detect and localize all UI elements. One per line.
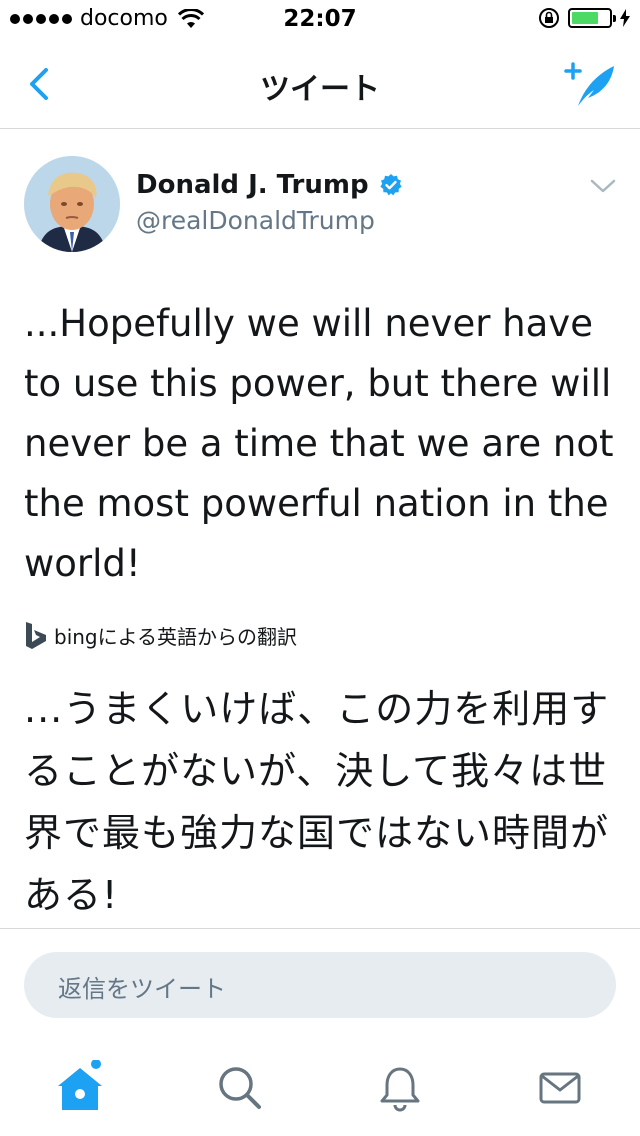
tab-messages[interactable] xyxy=(530,1060,590,1116)
rotation-lock-icon xyxy=(539,8,559,28)
compose-tweet-icon[interactable] xyxy=(564,60,618,110)
status-bar: docomo 22:07 xyxy=(0,0,640,40)
reply-input[interactable]: 返信をツイート xyxy=(24,952,616,1018)
verified-badge-icon xyxy=(379,174,402,196)
avatar[interactable] xyxy=(24,156,120,252)
chevron-down-icon[interactable] xyxy=(590,176,616,196)
page-title: ツイート xyxy=(260,72,380,107)
charging-bolt-icon xyxy=(620,9,630,27)
translation-credit-text: bingによる英語からの翻訳 xyxy=(54,624,298,649)
author-name[interactable]: Donald J. Trump xyxy=(136,170,369,200)
divider xyxy=(0,928,640,929)
tab-notifications[interactable] xyxy=(370,1060,430,1116)
tweet-text: ...Hopefully we will never have to use t… xyxy=(24,302,614,585)
author-handle[interactable]: @realDonaldTrump xyxy=(136,206,375,235)
search-icon xyxy=(219,1067,261,1109)
battery-icon xyxy=(568,8,616,28)
reply-placeholder: 返信をツイート xyxy=(58,975,226,1003)
author-name-row: Donald J. Trump xyxy=(136,170,403,200)
tab-bar xyxy=(0,1040,640,1136)
nav-bar: ツイート xyxy=(0,40,640,129)
bell-icon xyxy=(380,1067,420,1112)
translation-credit: bingによる英語からの翻訳 xyxy=(24,620,297,650)
home-icon xyxy=(58,1060,102,1110)
tweet-translation: ...うまくいけば、この力を利用することがないが、決して我々は世界で最も強力な国… xyxy=(24,687,610,917)
tab-home[interactable] xyxy=(50,1060,110,1116)
status-right xyxy=(538,7,630,29)
tab-search[interactable] xyxy=(210,1060,270,1116)
envelope-icon xyxy=(539,1072,581,1104)
tweet-header: Donald J. Trump @realDonaldTrump xyxy=(24,156,616,256)
bing-logo-icon xyxy=(26,622,46,649)
